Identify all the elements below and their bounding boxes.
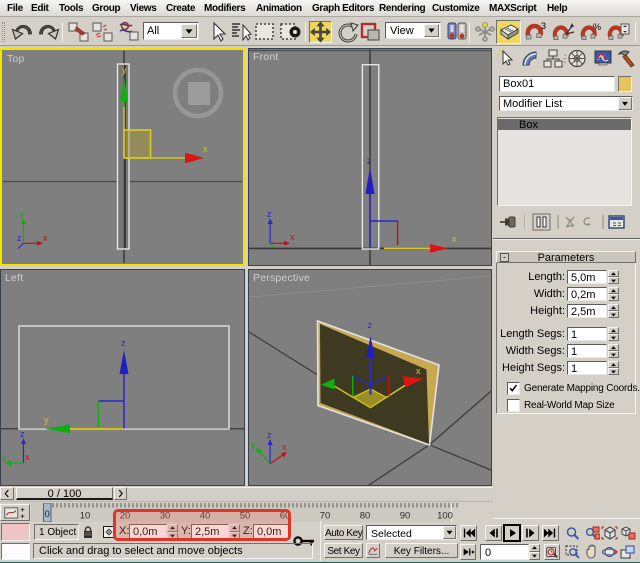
svg-text:x: x (25, 452, 30, 462)
svg-text:3: 3 (541, 21, 546, 31)
svg-text:0: 0 (45, 509, 50, 520)
svg-text:90: 90 (400, 511, 411, 522)
svg-text:z: z (17, 233, 22, 243)
svg-text:70: 70 (320, 511, 331, 522)
svg-text:x: x (416, 366, 421, 376)
svg-text:x: x (290, 232, 295, 242)
svg-text:x: x (203, 144, 208, 154)
svg-text:y: y (251, 440, 256, 450)
svg-text:y: y (20, 209, 25, 219)
svg-text:80: 80 (360, 511, 371, 522)
svg-text:x: x (452, 234, 457, 244)
svg-text:10: 10 (80, 511, 91, 522)
svg-text:z: z (20, 429, 25, 439)
svg-text:y: y (44, 415, 49, 425)
svg-text:z: z (121, 338, 126, 348)
svg-text:x: x (43, 233, 48, 243)
svg-text:x: x (282, 442, 287, 452)
svg-text:100: 100 (437, 511, 453, 522)
svg-text:y: y (122, 65, 127, 75)
svg-text:z: z (267, 209, 272, 219)
svg-text:z: z (368, 320, 373, 330)
svg-text:%: % (593, 22, 601, 32)
svg-text:y: y (2, 452, 7, 462)
svg-text:z: z (267, 430, 272, 440)
svg-text:z: z (367, 156, 372, 166)
